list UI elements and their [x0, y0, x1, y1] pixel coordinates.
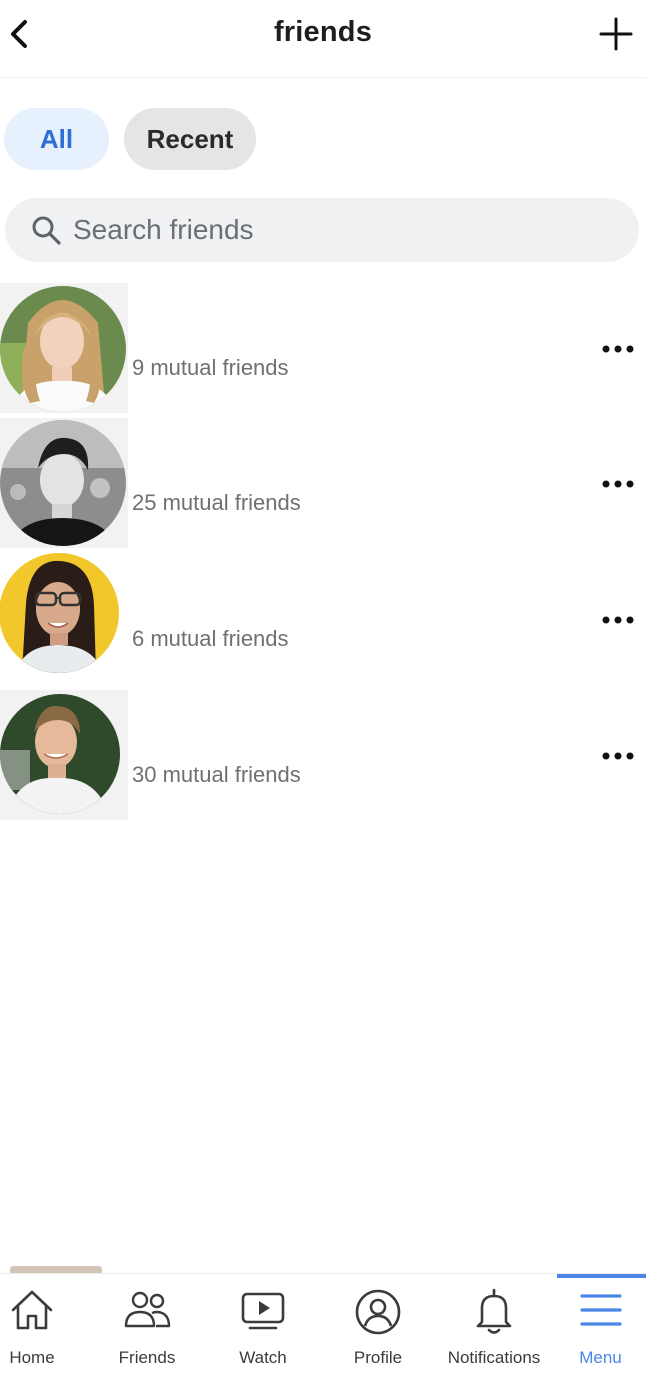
nav-notifications-label: Notifications	[447, 1348, 541, 1367]
menu-icon	[579, 1294, 622, 1326]
friend-row[interactable]: 25 mutual friends	[0, 418, 646, 548]
more-options-icon	[602, 616, 634, 624]
avatar-photo	[0, 286, 126, 412]
friend-row[interactable]: 30 mutual friends	[0, 690, 646, 820]
nav-watch-label: Watch	[239, 1348, 287, 1367]
friend-row[interactable]: 9 mutual friends	[0, 283, 646, 413]
avatar-photo	[0, 694, 120, 814]
header: friends	[0, 0, 646, 78]
avatar-photo	[0, 553, 119, 673]
tab-recent[interactable]: Recent	[124, 108, 256, 170]
watch-icon	[241, 1292, 285, 1330]
avatar[interactable]	[0, 553, 128, 683]
nav-profile[interactable]: Profile	[323, 1274, 433, 1373]
more-options-button[interactable]	[598, 337, 638, 361]
avatar[interactable]	[0, 283, 128, 413]
avatar[interactable]	[0, 690, 128, 820]
profile-icon	[355, 1289, 401, 1335]
page-title: friends	[273, 16, 373, 48]
nav-friends[interactable]: Friends	[92, 1274, 202, 1373]
mutual-friends-count: 6 mutual friends	[132, 626, 289, 651]
more-options-icon	[602, 480, 634, 488]
nav-notifications[interactable]: Notifications	[439, 1274, 549, 1373]
more-options-icon	[602, 752, 634, 760]
more-options-button[interactable]	[598, 608, 638, 632]
nav-watch[interactable]: Watch	[208, 1274, 318, 1373]
avatar[interactable]	[0, 418, 128, 548]
nav-profile-label: Profile	[353, 1348, 403, 1367]
search-input[interactable]	[73, 198, 613, 262]
mutual-friends-count: 25 mutual friends	[132, 490, 301, 515]
more-options-button[interactable]	[598, 744, 638, 768]
nav-menu[interactable]: Menu	[555, 1274, 646, 1373]
search-bar[interactable]	[5, 198, 639, 262]
mutual-friends-count: 9 mutual friends	[132, 355, 289, 380]
friend-row[interactable]: 6 mutual friends	[0, 553, 646, 683]
bottom-navigation: Home Friends Watch Profile Notifications…	[0, 1273, 646, 1373]
friends-icon	[124, 1291, 171, 1328]
partially-hidden-avatar	[10, 1266, 102, 1273]
nav-home[interactable]: Home	[0, 1274, 87, 1373]
more-options-icon	[602, 345, 634, 353]
friends-screen: friends All Recent Search friends 9 mutu…	[0, 0, 646, 1373]
nav-home-label: Home	[9, 1348, 55, 1367]
bell-icon	[476, 1288, 512, 1334]
nav-menu-label: Menu	[579, 1348, 622, 1367]
search-icon	[32, 216, 61, 245]
mutual-friends-count: 30 mutual friends	[132, 762, 301, 787]
more-options-button[interactable]	[598, 472, 638, 496]
plus-icon	[599, 17, 633, 51]
tab-all[interactable]: All	[4, 108, 109, 170]
home-icon	[11, 1290, 53, 1330]
avatar-photo	[0, 420, 126, 546]
add-friend-button[interactable]	[594, 12, 638, 56]
nav-friends-label: Friends	[118, 1348, 176, 1367]
